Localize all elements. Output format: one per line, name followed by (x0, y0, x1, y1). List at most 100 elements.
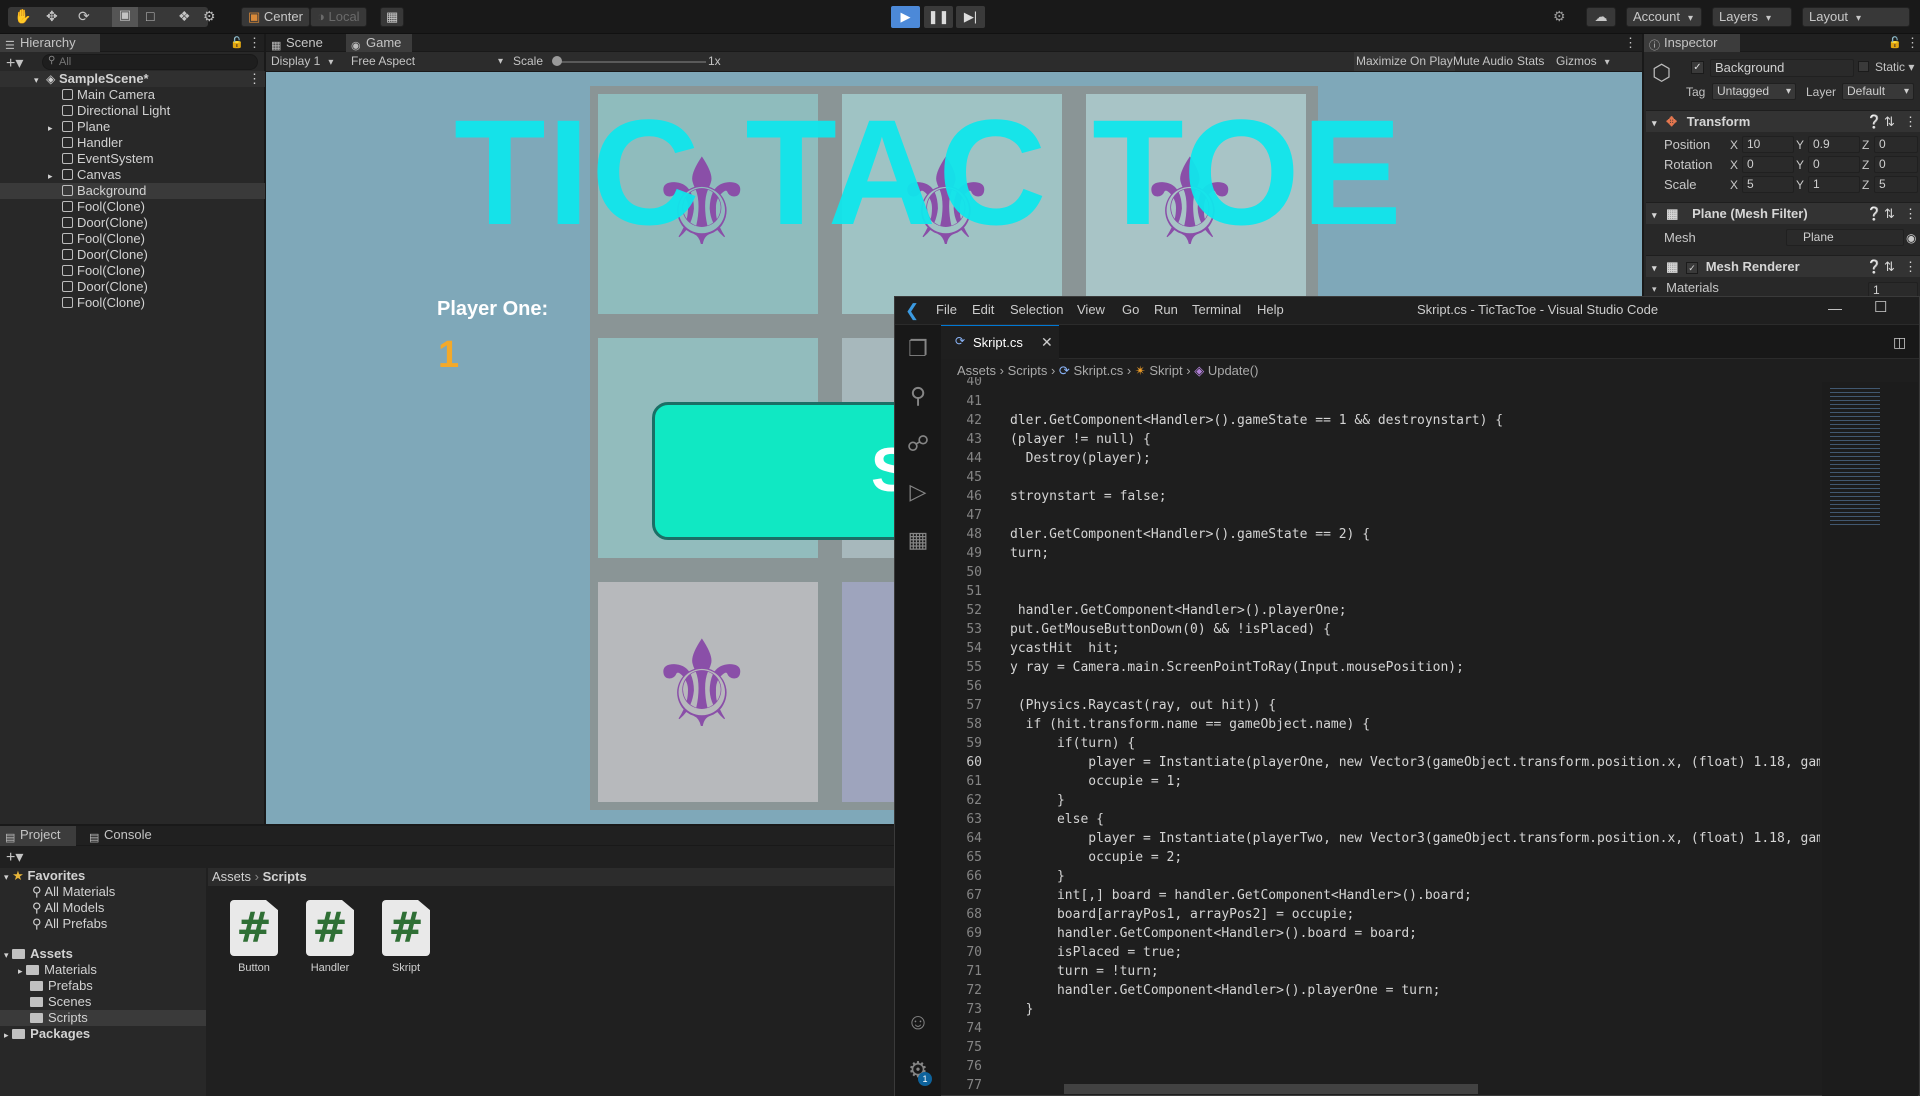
maximize-on-play-toggle[interactable]: Maximize On Play (1354, 52, 1455, 71)
extensions-icon[interactable]: ▦ (905, 527, 931, 553)
more-menu-icon[interactable]: ⋮ (248, 34, 261, 52)
hierarchy-item[interactable]: Door(Clone) (0, 279, 265, 295)
code-line[interactable] (1010, 392, 1820, 411)
enabled-checkbox[interactable]: ✓ (1686, 262, 1699, 274)
component-menu-icon[interactable]: ⋮ (1904, 111, 1917, 133)
hierarchy-search-input[interactable] (42, 54, 258, 70)
layer-dropdown[interactable]: Default ▾ (1842, 83, 1914, 100)
object-picker-icon[interactable]: ◉ (1906, 228, 1916, 248)
settings-icon[interactable]: ⚙ (1553, 8, 1566, 25)
scale-x-field[interactable]: 5 (1742, 176, 1794, 193)
hierarchy-item[interactable]: Handler (0, 135, 265, 151)
folder-item[interactable]: Prefabs (30, 978, 93, 994)
scale-z-field[interactable]: 5 (1874, 176, 1918, 193)
code-line[interactable]: board[arrayPos1, arrayPos2] = occupie; (1010, 905, 1820, 924)
grid-snap-button[interactable]: ▦ (380, 7, 404, 27)
code-line[interactable]: dler.GetComponent<Handler>().gameState =… (1010, 525, 1820, 544)
accounts-icon[interactable]: ☺ (905, 1009, 931, 1035)
hierarchy-item[interactable]: ▸ Plane (0, 119, 265, 135)
run-debug-icon[interactable]: ▷ (905, 479, 931, 505)
tab-game[interactable]: ◉ Game (346, 34, 412, 52)
display-dropdown[interactable]: Display 1 (271, 52, 333, 72)
breadcrumb-item[interactable]: Skript.cs (1073, 363, 1123, 378)
cloud-button[interactable]: ☁ (1586, 7, 1616, 27)
hierarchy-item[interactable]: Door(Clone) (0, 215, 265, 231)
step-button[interactable]: ▶| (956, 6, 985, 28)
play-button[interactable]: ▶ (891, 6, 920, 28)
code-line[interactable]: if(turn) { (1010, 734, 1820, 753)
hierarchy-item[interactable]: EventSystem (0, 151, 265, 167)
menu-terminal[interactable]: Terminal (1192, 296, 1241, 324)
source-control-icon[interactable]: ☍ (905, 431, 931, 457)
hierarchy-item[interactable]: Fool(Clone) (0, 295, 265, 311)
materials-count-field[interactable]: 1 (1868, 282, 1918, 296)
close-icon[interactable]: ✕ (1041, 334, 1053, 351)
code-line[interactable] (1010, 1019, 1820, 1038)
tab-project[interactable]: ▤ Project (0, 826, 76, 846)
script-asset[interactable]: # Button (224, 900, 284, 974)
code-line[interactable]: } (1010, 1000, 1820, 1019)
code-line[interactable]: (player != null) { (1010, 430, 1820, 449)
favorite-item[interactable]: ⚲ All Models (32, 900, 104, 916)
rotate-tool-icon[interactable]: ⟳ (78, 8, 90, 25)
explorer-icon[interactable]: ❐ (905, 336, 931, 362)
create-asset-button[interactable]: +▾ (6, 847, 23, 867)
scale-slider-track[interactable] (556, 61, 706, 63)
component-menu-icon[interactable]: ⋮ (1904, 203, 1917, 225)
menu-go[interactable]: Go (1122, 296, 1139, 324)
breadcrumb-item[interactable]: Update() (1208, 363, 1259, 378)
rect-tool-icon[interactable]: □ (146, 8, 154, 24)
code-line[interactable]: put.GetMouseButtonDown(0) && !isPlaced) … (1010, 620, 1820, 639)
menu-run[interactable]: Run (1154, 296, 1178, 324)
rotation-z-field[interactable]: 0 (1874, 156, 1918, 173)
code-line[interactable]: else { (1010, 810, 1820, 829)
code-line[interactable]: int[,] board = handler.GetComponent<Hand… (1010, 886, 1820, 905)
pivot-local-button[interactable]: ◑ Local (310, 7, 367, 27)
code-line[interactable] (1010, 677, 1820, 696)
expand-arrow-icon[interactable]: ▸ (48, 168, 62, 184)
packages-row[interactable]: ▸ Packages (4, 1026, 90, 1042)
folder-item-selected[interactable]: Scripts (0, 1010, 206, 1026)
view-menu-icon[interactable]: ⋮ (1624, 34, 1637, 52)
code-line[interactable]: occupie = 2; (1010, 848, 1820, 867)
search-icon[interactable]: ⚲ (905, 383, 931, 409)
mute-audio-toggle[interactable]: Mute Audio (1453, 52, 1513, 71)
pause-button[interactable]: ❚❚ (924, 6, 953, 28)
mesh-field[interactable]: Plane (1786, 229, 1904, 246)
code-line[interactable]: ycastHit hit; (1010, 639, 1820, 658)
favorite-item[interactable]: ⚲ All Materials (32, 884, 115, 900)
preset-icon[interactable]: ⇅ (1884, 256, 1895, 278)
code-line[interactable]: y ray = Camera.main.ScreenPointToRay(Inp… (1010, 658, 1820, 677)
rotation-y-field[interactable]: 0 (1808, 156, 1860, 173)
hierarchy-item[interactable]: Main Camera (0, 87, 265, 103)
position-x-field[interactable]: 10 (1742, 136, 1794, 153)
favorite-item[interactable]: ⚲ All Prefabs (32, 916, 107, 932)
transform-component-header[interactable]: ▾ ✥ Transform ❔ ⇅ ⋮ (1646, 110, 1920, 132)
pivot-center-button[interactable]: ▣ Center (241, 7, 310, 27)
help-icon[interactable]: ❔ (1866, 203, 1882, 225)
hierarchy-item[interactable]: ▸ Canvas (0, 167, 265, 183)
custom-tool-icon[interactable]: ⚙ (203, 8, 216, 25)
expand-arrow-icon[interactable]: ▾ (1652, 284, 1657, 294)
split-editor-icon[interactable]: ◫ (1893, 334, 1906, 351)
folder-item[interactable]: ▸ Materials (18, 962, 97, 978)
gizmos-dropdown[interactable]: Gizmos ▾ (1556, 52, 1610, 72)
more-menu-icon[interactable]: ⋮ (1906, 34, 1919, 52)
script-asset[interactable]: # Skript (376, 900, 436, 974)
code-line[interactable]: player = Instantiate(playerTwo, new Vect… (1010, 829, 1820, 848)
code-line[interactable]: turn; (1010, 544, 1820, 563)
static-dropdown[interactable]: Static ▾ (1875, 60, 1914, 74)
code-line[interactable]: } (1010, 791, 1820, 810)
menu-view[interactable]: View (1077, 296, 1105, 324)
tag-dropdown[interactable]: Untagged ▾ (1712, 83, 1796, 100)
tab-console[interactable]: ▤ Console (84, 826, 164, 846)
minimize-icon[interactable]: — (1828, 300, 1842, 316)
code-line[interactable] (1010, 582, 1820, 601)
lock-icon[interactable]: 🔓 (1888, 34, 1902, 52)
scale-y-field[interactable]: 1 (1808, 176, 1860, 193)
breadcrumb-root[interactable]: Assets (212, 869, 251, 884)
hierarchy-item-selected[interactable]: Background (0, 183, 265, 199)
breadcrumb-current[interactable]: Scripts (263, 869, 307, 884)
code-line[interactable]: } (1010, 867, 1820, 886)
folder-item[interactable]: Scenes (30, 994, 91, 1010)
